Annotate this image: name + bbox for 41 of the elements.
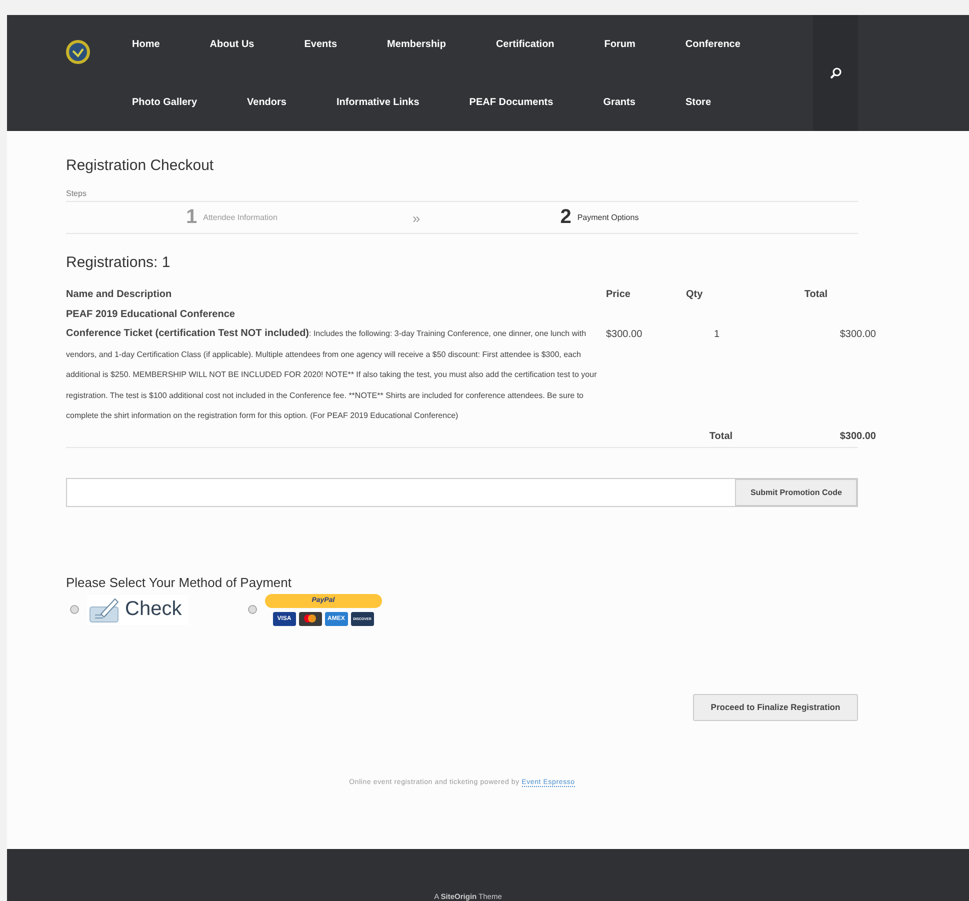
nav-link[interactable]: Membership — [387, 15, 446, 73]
step-separator: » — [412, 210, 420, 226]
column-header: Name and Description — [66, 288, 173, 302]
price-cell-text: $300.00 — [606, 328, 644, 342]
payment-heading: Please Select Your Method of Payment — [66, 574, 292, 590]
radio-button[interactable] — [70, 605, 79, 614]
promo-field[interactable]: Submit Promotion Code — [66, 478, 858, 506]
step-number: 1 — [186, 206, 198, 229]
steps-label: Steps — [66, 189, 88, 198]
nav-link[interactable]: Conference — [685, 15, 740, 73]
nav-link[interactable]: Forum — [604, 15, 636, 73]
step-label: Payment Options — [577, 213, 639, 222]
column-header: Qty — [686, 288, 704, 302]
nav-link[interactable]: PEAF Documents — [469, 73, 554, 131]
nav-link[interactable]: Vendors — [247, 73, 286, 131]
page-title: Registration Checkout — [66, 157, 215, 174]
qty-cell-text: 1 — [713, 328, 721, 342]
step-label: Attendee Information — [203, 213, 278, 222]
search-icon[interactable] — [830, 67, 842, 79]
grand-total: $300.00 — [838, 430, 876, 444]
proceed-button[interactable]: Proceed to Finalize Registration — [693, 694, 858, 720]
step-number: 2 — [560, 206, 572, 229]
column-header: Price — [606, 288, 632, 302]
check-pen-icon — [89, 596, 121, 622]
nav-link[interactable]: Photo Gallery — [132, 73, 198, 131]
nav-link[interactable]: Home — [132, 15, 160, 73]
submit-promo-button[interactable]: Submit Promotion Code — [735, 478, 857, 506]
total-cell-text: $300.00 — [838, 328, 876, 342]
nav-link[interactable]: Events — [304, 15, 338, 73]
nav-link[interactable]: About Us — [210, 15, 254, 73]
column-header: Total — [803, 288, 829, 302]
nav-link[interactable]: Certification — [496, 15, 554, 73]
total-label: Total — [708, 430, 734, 444]
radio-button[interactable] — [248, 605, 257, 614]
nav-link[interactable]: Store — [685, 73, 711, 131]
nav-link[interactable]: Grants — [603, 73, 636, 131]
nav-link[interactable]: Informative Links — [336, 73, 420, 131]
registrations-heading: Registrations: 1 — [66, 254, 172, 271]
event-name: PEAF 2019 Educational Conference — [66, 308, 236, 322]
ticket-description: Conference Ticket (certification Test NOT included): Includes the following: 3-day Training Conference, one dinner, one lunch with vendors, and 1-day Certification Class (if applicable). Multiple attendees from one agency will receive a $50 discount: First attendee is $300, each additional is $250. MEMBERSHIP WILL NOT BE INCLUDED FOR 2020! NOTE** If also taking the test, you must also add the certification test to your registration. The test is $100 additional cost not included in the Conference fee. **NOTE** Shirts are included for conference attendees. Be sure to complete the shirt information on the registration form for this option. (For PEAF 2019 Educational Conference) — [66, 327, 598, 422]
logo-icon[interactable] — [65, 39, 91, 65]
